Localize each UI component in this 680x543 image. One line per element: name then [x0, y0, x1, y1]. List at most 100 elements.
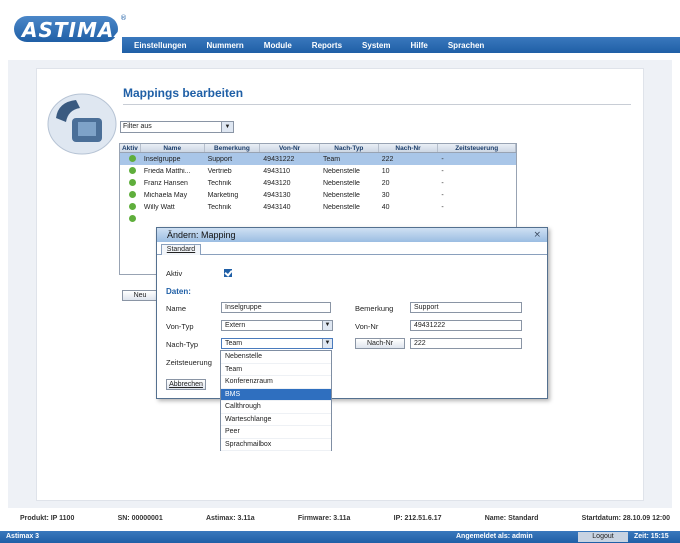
table-row[interactable]: Michaela May Marketing 4943130 Nebenstel…	[120, 189, 516, 201]
check-icon	[129, 202, 136, 210]
logout-button[interactable]: Logout	[578, 532, 628, 542]
nach-nr-button[interactable]: Nach-Nr	[355, 338, 405, 349]
telephone-icon	[47, 93, 117, 155]
name-label: Name	[166, 304, 187, 313]
nav-einstellungen[interactable]: Einstellungen	[134, 41, 186, 50]
nav-reports[interactable]: Reports	[312, 41, 342, 50]
aktiv-label: Aktiv	[166, 269, 183, 278]
cell-nach-typ: Nebenstelle	[322, 191, 360, 199]
nav-system[interactable]: System	[362, 41, 390, 50]
check-icon	[129, 178, 136, 186]
cell-zeitsteuerung: -	[441, 167, 444, 175]
nach-typ-select[interactable]: Team ▼	[221, 338, 333, 349]
column-header[interactable]: Name	[141, 144, 205, 152]
cell-nach-nr: 10	[381, 167, 390, 175]
chevron-down-icon: ▼	[322, 321, 332, 330]
table-row[interactable]	[120, 213, 516, 225]
dialog-title: Ändern: Mapping	[157, 228, 547, 242]
logo-text: ASTIMAX	[22, 18, 131, 42]
option-peer[interactable]: Peer	[221, 426, 331, 439]
cell-von-nr: 4943110	[263, 167, 291, 175]
cell-nach-nr: 20	[381, 179, 390, 187]
cell-nach-typ: Team	[322, 155, 341, 163]
cell-zeitsteuerung: -	[441, 203, 444, 211]
new-button[interactable]: Neu	[122, 290, 158, 301]
column-header[interactable]: Nach-Nr	[379, 144, 439, 152]
status-name: Name: Standard	[484, 515, 539, 522]
table-row[interactable]: Willy Watt Technik 4943140 Nebenstelle 4…	[120, 201, 516, 213]
app-version: Astimax 3	[6, 533, 40, 540]
chevron-down-icon: ▼	[322, 339, 332, 348]
clock: Zeit: 15:15	[634, 533, 669, 540]
dialog-tabs: Standard	[157, 242, 547, 255]
status-ip: IP: 212.51.6.17	[393, 515, 442, 522]
edit-mapping-dialog: Ändern: Mapping × Standard Aktiv Daten: …	[156, 227, 548, 399]
astimax-logo: ASTIMAX ®	[10, 14, 130, 44]
cell-nach-typ: Nebenstelle	[322, 179, 360, 187]
cell-bemerkung: Support	[207, 155, 233, 163]
column-header[interactable]: Aktiv	[120, 144, 141, 152]
close-icon[interactable]: ×	[533, 228, 541, 242]
cell-nach-nr: 30	[381, 191, 390, 199]
cell-von-nr: 4943140	[263, 203, 291, 211]
cell-name: Frieda Matthi...	[143, 167, 191, 175]
von-nr-label: Von-Nr	[355, 322, 379, 331]
bemerkung-field[interactable]: Support	[410, 302, 522, 313]
cell-von-nr: 49431222	[263, 155, 295, 163]
cell-bemerkung: Vertrieb	[207, 167, 232, 175]
nav-nummern[interactable]: Nummern	[206, 41, 243, 50]
option-team[interactable]: Team	[221, 364, 331, 376]
von-nr-field[interactable]: 49431222	[410, 320, 522, 331]
option-warteschlange[interactable]: Warteschlange	[221, 414, 331, 426]
main-nav: Einstellungen Nummern Module Reports Sys…	[122, 37, 680, 53]
von-typ-select[interactable]: Extern ▼	[221, 320, 333, 331]
cancel-button[interactable]: Abbrechen	[166, 379, 206, 390]
table-row[interactable]: Franz Hansen Technik 4943120 Nebenstelle…	[120, 177, 516, 189]
cell-name: Willy Watt	[143, 203, 175, 211]
status-astimax: Astimax: 3.11a	[205, 515, 255, 522]
nach-nr-field[interactable]: 222	[410, 338, 522, 349]
cell-von-nr: 4943120	[263, 179, 291, 187]
status-bar: Produkt: IP 1100 SN: 00000001 Astimax: 3…	[20, 515, 670, 527]
option-bms[interactable]: BMS	[221, 388, 331, 401]
von-typ-label: Von-Typ	[166, 322, 194, 331]
column-header[interactable]: Zeitsteuerung	[438, 144, 516, 152]
column-header[interactable]: Bemerkung	[205, 144, 261, 152]
table-row[interactable]: Inselgruppe Support 49431222 Team 222 -	[120, 153, 516, 165]
aktiv-checkbox[interactable]	[224, 269, 232, 277]
option-sprachmailbox[interactable]: Sprachmailbox	[221, 439, 331, 451]
nav-sprachen[interactable]: Sprachen	[448, 41, 484, 50]
option-nebenstelle[interactable]: Nebenstelle	[221, 351, 331, 364]
filter-value: Filter aus	[123, 123, 152, 130]
page-title: Mappings bearbeiten	[123, 86, 244, 100]
von-typ-value: Extern	[225, 322, 246, 329]
column-header[interactable]: Von-Nr	[260, 144, 320, 152]
cell-zeitsteuerung: -	[441, 155, 444, 163]
option-konferenzraum[interactable]: Konferenzraum	[221, 376, 331, 389]
bottom-bar: Astimax 3 Angemeldet als: admin Logout Z…	[0, 531, 680, 543]
cell-nach-typ: Nebenstelle	[322, 203, 360, 211]
name-field[interactable]: Inselgruppe	[221, 302, 331, 313]
nav-module[interactable]: Module	[264, 41, 292, 50]
nav-hilfe[interactable]: Hilfe	[411, 41, 428, 50]
filter-select[interactable]: Filter aus ▼	[120, 121, 234, 133]
nach-typ-value: Team	[225, 340, 243, 347]
zeitsteuerung-label: Zeitsteuerung	[166, 358, 212, 367]
table-row[interactable]: Frieda Matthi... Vertrieb 4943110 Nebens…	[120, 165, 516, 177]
status-sn: SN: 00000001	[117, 515, 163, 522]
title-divider	[123, 104, 631, 105]
cell-name: Michaela May	[143, 191, 188, 199]
option-callthrough[interactable]: Callthrough	[221, 401, 331, 414]
status-startdatum: Startdatum: 28.10.09 12:00	[581, 515, 670, 522]
cell-zeitsteuerung: -	[441, 179, 444, 187]
nach-typ-dropdown: Nebenstelle Team Konferenzraum BMS Callt…	[220, 350, 332, 451]
status-firmware: Firmware: 3.11a	[297, 515, 351, 522]
logged-in-user: Angemeldet als: admin	[456, 533, 533, 540]
tab-standard[interactable]: Standard	[161, 244, 201, 255]
bemerkung-label: Bemerkung	[355, 304, 394, 313]
cell-nach-nr: 40	[381, 203, 390, 211]
check-icon	[129, 154, 136, 162]
section-daten: Daten:	[166, 287, 191, 296]
cell-bemerkung: Marketing	[207, 191, 239, 199]
column-header[interactable]: Nach-Typ	[320, 144, 379, 152]
